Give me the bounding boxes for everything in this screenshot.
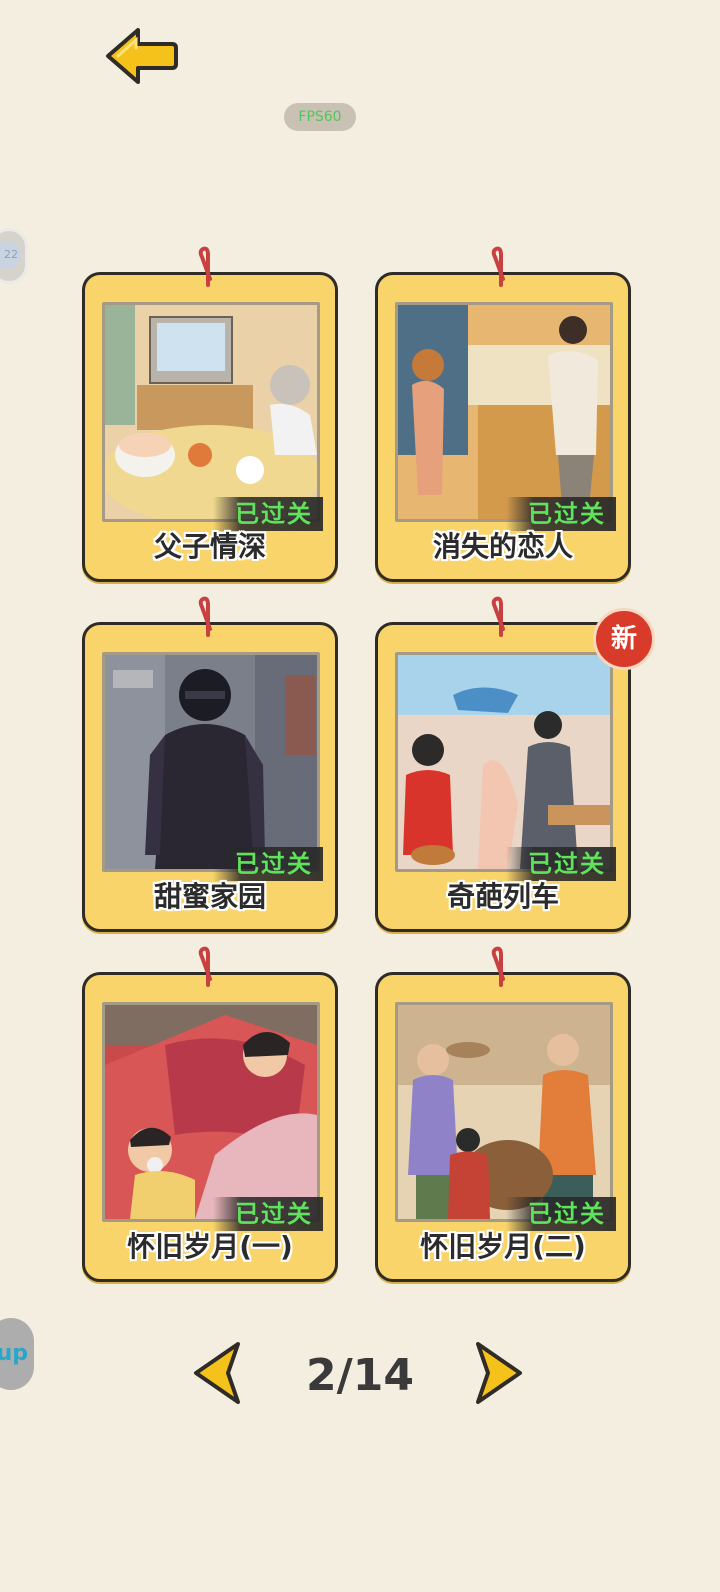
level-title: 奇葩列车 [446, 880, 559, 913]
level-title: 消失的恋人 [432, 530, 573, 563]
level-thumbnail [102, 1002, 320, 1222]
new-badge: 新 [593, 608, 655, 670]
level-title: 怀旧岁月(二) [420, 1230, 586, 1263]
level-card-3[interactable]: 已过关 甜蜜家园 [82, 596, 338, 932]
clip-icon [198, 946, 212, 987]
arrow-left-icon [106, 28, 178, 84]
fps-counter: FPS60 [284, 103, 356, 131]
level-thumbnail [395, 302, 613, 522]
prev-page-button[interactable] [190, 1340, 250, 1406]
clip-icon [491, 246, 505, 287]
level-title: 父子情深 [153, 530, 266, 563]
back-button[interactable] [104, 26, 178, 86]
clip-icon [198, 246, 212, 287]
chevron-left-icon [194, 1342, 240, 1404]
level-card-1[interactable]: 已过关 父子情深 [82, 246, 338, 582]
level-thumbnail [395, 1002, 613, 1222]
level-card-4[interactable]: 已过关 奇葩列车 [375, 596, 631, 932]
next-page-button[interactable] [466, 1340, 526, 1406]
level-thumbnail [102, 302, 320, 522]
floating-side-widget[interactable]: 22 [0, 228, 28, 284]
level-card-6[interactable]: 已过关 怀旧岁月(二) [375, 946, 631, 1282]
level-thumbnail [102, 652, 320, 872]
clip-icon [198, 596, 212, 637]
page-indicator: 2/14 [306, 1350, 414, 1401]
side-widget-badge: 22 [0, 241, 21, 269]
level-thumbnail [395, 652, 613, 872]
level-title: 怀旧岁月(一) [127, 1230, 293, 1263]
floating-up-button[interactable]: up [0, 1318, 34, 1390]
clip-icon [491, 946, 505, 987]
clip-icon [491, 596, 505, 637]
chevron-right-icon [476, 1342, 522, 1404]
level-card-2[interactable]: 已过关 消失的恋人 [375, 246, 631, 582]
level-card-5[interactable]: 已过关 怀旧岁月(一) [82, 946, 338, 1282]
level-title: 甜蜜家园 [153, 880, 266, 913]
